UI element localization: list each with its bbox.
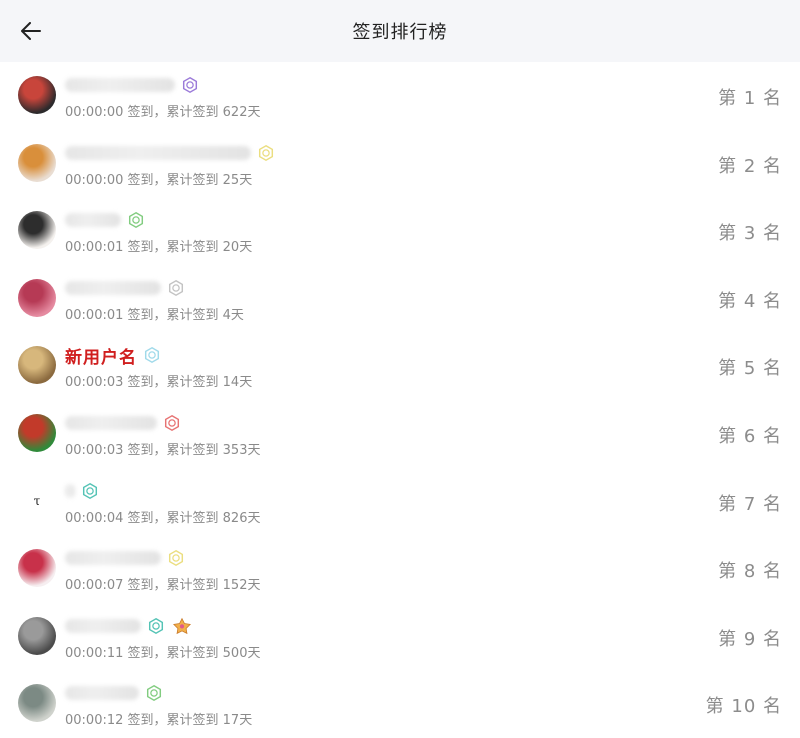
username-blurred[interactable]: [65, 145, 251, 160]
list-item[interactable]: 00:00:00 签到，累计签到 622天 第 1 名: [0, 62, 800, 130]
level-badge-icon: [127, 211, 145, 229]
list-item[interactable]: 00:00:01 签到，累计签到 4天 第 4 名: [0, 265, 800, 333]
username-line: [65, 209, 145, 231]
page-title: 签到排行榜: [352, 22, 448, 43]
level-badge-icon: [257, 144, 275, 162]
ranking-list: 00:00:00 签到，累计签到 622天第 1 名 00:00:00 签到，累计…: [0, 62, 800, 738]
username-line: [65, 547, 185, 569]
list-item[interactable]: 00:00:01 签到，累计签到 20天 第 3 名: [0, 197, 800, 265]
username-blurred[interactable]: [65, 280, 161, 295]
medal-icon: [171, 616, 193, 636]
checkin-info: 00:00:07 签到，累计签到 152天: [65, 578, 261, 594]
username-line: 新用户名: [65, 343, 161, 368]
username-blurred[interactable]: [65, 551, 161, 566]
checkin-info: 00:00:04 签到，累计签到 826天: [65, 510, 261, 526]
username-line: [65, 682, 163, 704]
username-line: [65, 74, 199, 96]
checkin-info: 00:00:01 签到，累计签到 4天: [65, 307, 244, 323]
username-blurred[interactable]: [65, 618, 141, 633]
level-badge-icon: [163, 414, 181, 432]
avatar[interactable]: [18, 143, 56, 182]
avatar-letter: τ: [33, 493, 41, 508]
list-item[interactable]: 00:00:03 签到，累计签到 353天 第 6 名: [0, 400, 800, 468]
checkin-info: 00:00:03 签到，累计签到 353天: [65, 442, 261, 458]
username-blurred[interactable]: [65, 415, 157, 430]
level-badge-icon: [143, 346, 161, 364]
username-blurred[interactable]: [65, 686, 139, 701]
level-badge-icon: [167, 549, 185, 567]
checkin-info: 00:00:11 签到，累计签到 500天: [65, 645, 261, 661]
rank-label: 第 1 名: [718, 88, 782, 109]
list-item[interactable]: 新用户名 00:00:03 签到，累计签到 14天 第 5 名: [0, 332, 800, 400]
level-badge-icon: [181, 76, 199, 94]
avatar[interactable]: [18, 413, 56, 452]
username-blurred[interactable]: [65, 213, 121, 228]
checkin-info: 00:00:01 签到，累计签到 20天: [65, 240, 253, 256]
rank-label: 第 2 名: [718, 155, 782, 177]
rank-label: 第 5 名: [718, 358, 782, 380]
list-item[interactable]: 00:00:00 签到，累计签到 25天 第 2 名: [0, 130, 800, 198]
list-item[interactable]: τ 00:00:04 签到，累计签到 826天 第 7 名: [0, 468, 800, 536]
checkin-info: 00:00:12 签到，累计签到 17天: [65, 713, 253, 729]
list-item[interactable]: 00:00:11 签到，累计签到 500天 第 9 名: [0, 603, 800, 671]
username-line: [65, 277, 185, 299]
rank-label: 第 4 名: [718, 290, 782, 312]
avatar[interactable]: [18, 346, 56, 385]
avatar[interactable]: [18, 278, 56, 317]
header-bar: 签到排行榜: [0, 0, 800, 62]
list-item[interactable]: 00:00:12 签到，累计签到 17天 第 10 名: [0, 670, 800, 738]
avatar[interactable]: [18, 549, 56, 588]
username-blurred[interactable]: [65, 483, 75, 498]
username-line: [65, 480, 99, 502]
username[interactable]: 新用户名: [65, 343, 137, 368]
checkin-info: 00:00:00 签到，累计签到 622天: [65, 105, 261, 120]
avatar[interactable]: [18, 76, 56, 114]
level-badge-icon: [147, 617, 165, 635]
username-blurred[interactable]: [65, 78, 175, 92]
level-badge-icon: [167, 279, 185, 297]
avatar[interactable]: [18, 211, 56, 250]
list-item[interactable]: 00:00:07 签到，累计签到 152天 第 8 名: [0, 535, 800, 603]
avatar[interactable]: [18, 616, 56, 655]
rank-label: 第 7 名: [718, 493, 782, 515]
rank-label: 第 8 名: [718, 561, 782, 583]
rank-label: 第 3 名: [718, 223, 782, 245]
username-line: [65, 412, 181, 434]
checkin-info: 00:00:00 签到，累计签到 25天: [65, 172, 253, 188]
rank-label: 第 10 名: [705, 696, 782, 718]
rank-label: 第 6 名: [718, 425, 782, 447]
username-line: [65, 142, 275, 164]
avatar[interactable]: τ: [18, 481, 56, 520]
username-line: [65, 615, 193, 637]
avatar[interactable]: [18, 684, 56, 723]
rank-label: 第 9 名: [718, 628, 782, 650]
level-badge-icon: [145, 684, 163, 702]
level-badge-icon: [81, 482, 99, 500]
checkin-info: 00:00:03 签到，累计签到 14天: [65, 375, 253, 391]
